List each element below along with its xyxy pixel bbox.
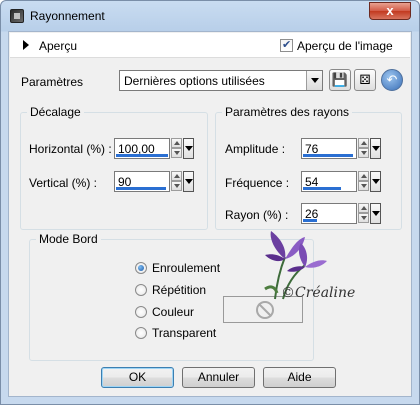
radius-stepper[interactable]: 26 <box>301 203 381 224</box>
rays-group: Paramètres des rayons Amplitude : 76 Fré… <box>215 105 402 230</box>
undo-arrow-icon: ↶ <box>386 72 398 87</box>
amplitude-slider-button[interactable] <box>370 138 381 159</box>
amplitude-label: Amplitude : <box>225 142 286 156</box>
app-icon <box>10 9 24 23</box>
dialog-body: Aperçu Aperçu de l'image Paramètres Dern… <box>8 31 412 397</box>
amplitude-stepper[interactable]: 76 <box>301 138 381 159</box>
presets-label: Paramètres <box>21 75 84 89</box>
radius-level-bar <box>303 219 317 222</box>
spin-up-icon[interactable] <box>358 203 369 213</box>
watermark-text: ©Créaline <box>281 285 356 301</box>
help-button[interactable]: Aide <box>263 367 336 388</box>
vertical-spin[interactable] <box>171 171 182 192</box>
radius-slider-button[interactable] <box>370 203 381 224</box>
frequency-slider-button[interactable] <box>370 171 381 192</box>
reset-button[interactable]: ↶ <box>381 69 403 91</box>
radio-color[interactable] <box>135 306 147 318</box>
image-preview-label: Aperçu de l'image <box>297 39 393 53</box>
radio-transparent-label[interactable]: Transparent <box>152 326 216 340</box>
floppy-disk-icon: 💾 <box>331 72 349 87</box>
spin-down-icon[interactable] <box>171 148 182 158</box>
preview-strip: Aperçu Aperçu de l'image <box>10 33 410 58</box>
radius-label: Rayon (%) : <box>225 208 289 222</box>
dialog-window: Rayonnement x Aperçu Aperçu de l'image P… <box>0 0 420 405</box>
preview-toggle-label[interactable]: Aperçu <box>39 39 77 53</box>
dice-icon: ⚄ <box>359 72 371 87</box>
frequency-stepper[interactable]: 54 <box>301 171 381 192</box>
spin-up-icon[interactable] <box>171 171 182 181</box>
save-preset-button[interactable]: 💾 <box>329 69 351 91</box>
vertical-slider-button[interactable] <box>183 171 194 192</box>
image-preview-checkbox[interactable] <box>280 38 293 52</box>
spin-down-icon[interactable] <box>358 148 369 158</box>
frequency-level-bar <box>303 187 341 190</box>
radius-spin[interactable] <box>358 203 369 224</box>
spin-down-icon[interactable] <box>358 213 369 223</box>
radio-color-label[interactable]: Couleur <box>152 305 194 319</box>
frequency-spin[interactable] <box>358 171 369 192</box>
spin-up-icon[interactable] <box>171 138 182 148</box>
frequency-label: Fréquence : <box>225 176 290 190</box>
amplitude-input[interactable]: 76 <box>301 138 357 159</box>
spin-up-icon[interactable] <box>358 171 369 181</box>
vertical-level-bar <box>116 187 166 190</box>
amplitude-spin[interactable] <box>358 138 369 159</box>
spin-down-icon[interactable] <box>358 181 369 191</box>
horizontal-slider-button[interactable] <box>183 138 194 159</box>
close-button[interactable]: x <box>369 2 411 20</box>
radius-input[interactable]: 26 <box>301 203 357 224</box>
radio-transparent[interactable] <box>135 327 147 339</box>
window-title: Rayonnement <box>30 9 105 23</box>
expand-arrow-icon[interactable] <box>23 40 29 50</box>
spin-up-icon[interactable] <box>358 138 369 148</box>
edge-mode-title: Mode Bord <box>36 232 101 246</box>
amplitude-level-bar <box>303 154 353 157</box>
vertical-input[interactable]: 90 <box>114 171 170 192</box>
horizontal-spin[interactable] <box>171 138 182 159</box>
vertical-label: Vertical (%) : <box>29 176 98 190</box>
horizontal-input[interactable]: 100,00 <box>114 138 170 159</box>
horizontal-label: Horizontal (%) : <box>29 142 112 156</box>
rays-group-title: Paramètres des rayons <box>222 105 353 119</box>
ok-button[interactable]: OK <box>101 367 174 388</box>
radio-wrap[interactable] <box>135 262 147 274</box>
spin-down-icon[interactable] <box>171 181 182 191</box>
radio-repeat[interactable] <box>135 284 147 296</box>
offset-group: Décalage Horizontal (%) : 100,00 Vertica… <box>20 105 208 230</box>
vertical-stepper[interactable]: 90 <box>114 171 194 192</box>
chevron-down-icon[interactable] <box>306 71 322 90</box>
randomize-button[interactable]: ⚄ <box>354 69 376 91</box>
title-bar[interactable]: Rayonnement x <box>1 1 419 31</box>
horizontal-stepper[interactable]: 100,00 <box>114 138 194 159</box>
radio-wrap-label[interactable]: Enroulement <box>152 261 220 275</box>
presets-value: Dernières options utilisées <box>124 74 265 88</box>
cancel-button[interactable]: Annuler <box>182 367 255 388</box>
radio-repeat-label[interactable]: Répétition <box>152 283 206 297</box>
presets-dropdown[interactable]: Dernières options utilisées <box>119 70 323 91</box>
offset-group-title: Décalage <box>27 105 84 119</box>
horizontal-level-bar <box>116 154 168 157</box>
frequency-input[interactable]: 54 <box>301 171 357 192</box>
